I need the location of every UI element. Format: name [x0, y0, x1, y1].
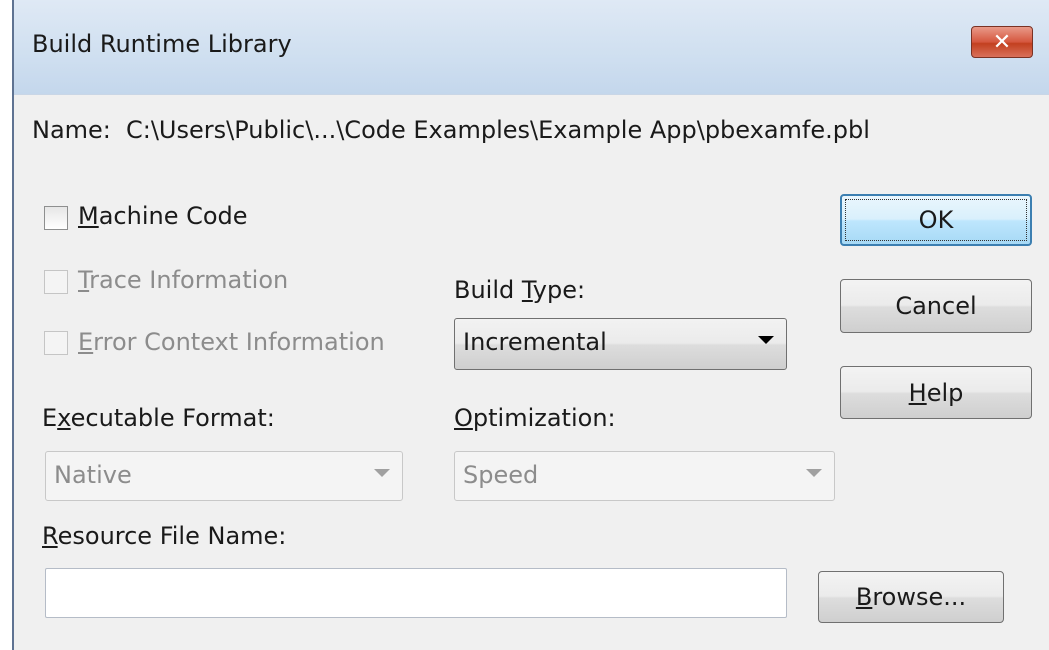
executable-format-value: Native [54, 461, 132, 489]
machine-code-checkbox[interactable] [44, 206, 68, 230]
dropdown-arrow-icon [374, 469, 390, 477]
build-type-select[interactable]: Incremental [454, 318, 787, 370]
optimization-value: Speed [463, 461, 539, 489]
dialog-title: Build Runtime Library [32, 30, 292, 58]
close-x-icon: ✕ [992, 29, 1012, 55]
trace-information-checkbox[interactable] [44, 270, 68, 294]
dropdown-arrow-icon [758, 336, 774, 344]
error-context-checkbox[interactable] [44, 331, 68, 355]
help-button[interactable]: Help [840, 366, 1032, 419]
dropdown-arrow-icon [806, 469, 822, 477]
optimization-select[interactable]: Speed [454, 451, 835, 501]
executable-format-label: Executable Format: [42, 404, 275, 432]
resource-file-input[interactable] [45, 568, 787, 618]
build-runtime-library-dialog: Build Runtime Library ✕ Name: C:\Users\P… [12, 0, 1049, 650]
error-context-label: Error Context Information [78, 328, 385, 356]
trace-information-label: Trace Information [78, 266, 289, 294]
build-type-value: Incremental [463, 328, 607, 356]
close-button[interactable]: ✕ [971, 26, 1033, 58]
machine-code-label[interactable]: Machine Code [78, 202, 248, 230]
browse-button[interactable]: Browse... [818, 571, 1004, 623]
cancel-button[interactable]: Cancel [840, 279, 1032, 333]
name-label: Name: [32, 116, 111, 144]
focus-rectangle [845, 199, 1027, 241]
library-path: C:\Users\Public\...\Code Examples\Exampl… [126, 116, 870, 144]
executable-format-select[interactable]: Native [45, 451, 403, 501]
ok-button[interactable]: OK [840, 194, 1032, 246]
title-bar[interactable]: Build Runtime Library ✕ [14, 0, 1049, 95]
optimization-label: Optimization: [454, 404, 616, 432]
build-type-label: Build Type: [454, 276, 586, 304]
resource-file-label: Resource File Name: [42, 522, 287, 550]
